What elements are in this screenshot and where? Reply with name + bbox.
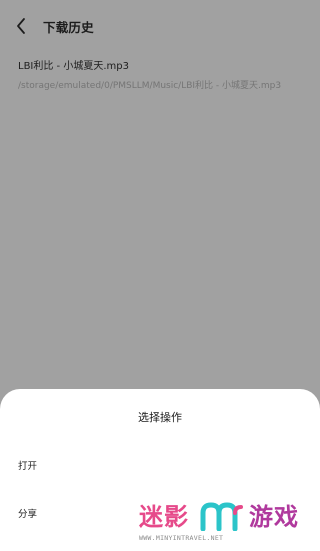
page-title: 下载历史 [43,20,94,35]
open-action-label: 打开 [18,461,38,472]
share-action-label: 分享 [18,509,38,520]
watermark-url: WWW.MINYINTRAVEL.NET [139,534,224,542]
download-history-screen: 下载历史 LBI利比 - 小城夏天.mp3 /storage/emulated/… [0,0,320,551]
watermark-brand-right: 游戏 [249,503,299,531]
chevron-left-icon [17,18,25,34]
download-record[interactable]: LBI利比 - 小城夏天.mp3 /storage/emulated/0/PMS… [0,52,320,100]
open-action[interactable]: 打开 [0,448,320,482]
watermark-brand-left: 迷影 [139,503,189,531]
action-sheet-title: 选择操作 [138,411,182,424]
mm-logo [200,502,243,531]
record-file-path: /storage/emulated/0/PMSLLM/Music/LBI利比 -… [18,81,282,91]
back-button[interactable] [10,14,34,38]
site-watermark: 迷影 游戏 WWW.MINYINTRAVEL.NET [139,495,317,549]
record-file-name: LBI利比 - 小城夏天.mp3 [18,61,129,72]
top-bar: 下载历史 [0,0,320,52]
